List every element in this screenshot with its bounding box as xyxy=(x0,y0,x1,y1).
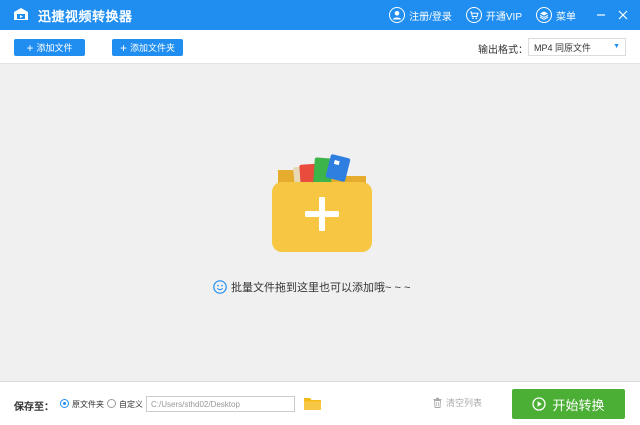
bottom-bar: 保存至： 原文件夹 自定义 清空列表 开始转换 xyxy=(0,381,640,425)
drop-hint: 批量文件拖到这里也可以添加哦~ ~ ~ xyxy=(213,279,410,295)
original-folder-radio[interactable] xyxy=(60,399,69,408)
original-folder-label[interactable]: 原文件夹 xyxy=(72,399,104,410)
output-format-label: 输出格式： xyxy=(478,45,528,56)
start-convert-label: 开始转换 xyxy=(552,397,605,413)
add-file-button[interactable]: + 添加文件 xyxy=(14,39,85,56)
add-folder-button[interactable]: + 添加文件夹 xyxy=(112,39,183,56)
add-folder-icon[interactable] xyxy=(270,152,374,254)
add-folder-label: 添加文件夹 xyxy=(130,43,176,53)
plus-icon: + xyxy=(119,40,127,55)
trash-icon xyxy=(433,397,442,408)
vip-label: 开通VIP xyxy=(485,11,522,23)
output-format-value: MP4 同原文件 xyxy=(534,42,592,53)
login-label: 注册/登录 xyxy=(409,11,452,23)
title-bar: 迅捷视频转换器 注册/登录 开通VIP 菜单 xyxy=(0,0,640,30)
close-icon xyxy=(618,10,628,20)
login-button[interactable]: 注册/登录 xyxy=(389,7,452,23)
minimize-button[interactable] xyxy=(590,0,612,30)
file-drop-area[interactable]: 批量文件拖到这里也可以添加哦~ ~ ~ xyxy=(0,64,640,381)
minimize-icon xyxy=(597,14,605,16)
add-file-label: 添加文件 xyxy=(36,43,73,53)
clear-list-label: 清空列表 xyxy=(446,398,483,408)
user-icon xyxy=(389,7,406,23)
menu-button[interactable]: 菜单 xyxy=(536,7,576,23)
output-format-select[interactable]: MP4 同原文件 ▼ xyxy=(528,38,626,56)
app-title: 迅捷视频转换器 xyxy=(38,8,133,24)
output-path-input[interactable] xyxy=(146,396,295,412)
menu-label: 菜单 xyxy=(556,11,576,23)
browse-folder-icon[interactable] xyxy=(303,395,322,412)
dropdown-arrow-icon: ▼ xyxy=(613,43,620,50)
cart-icon xyxy=(465,7,482,23)
custom-folder-label[interactable]: 自定义 xyxy=(119,399,143,410)
play-circle-icon xyxy=(532,397,547,411)
start-convert-button[interactable]: 开始转换 xyxy=(512,389,625,419)
drop-hint-text: 批量文件拖到这里也可以添加哦~ ~ ~ xyxy=(231,282,411,294)
app-logo-icon xyxy=(14,8,28,20)
close-button[interactable] xyxy=(612,0,634,30)
clear-list-button[interactable]: 清空列表 xyxy=(432,396,482,409)
vip-button[interactable]: 开通VIP xyxy=(465,7,522,23)
plus-icon: + xyxy=(26,40,34,55)
layers-icon xyxy=(536,7,552,23)
save-to-label: 保存至： xyxy=(14,402,54,413)
custom-folder-radio[interactable] xyxy=(107,399,116,408)
smile-icon xyxy=(213,280,227,294)
toolbar: + 添加文件 + 添加文件夹 输出格式： MP4 同原文件 ▼ xyxy=(0,30,640,64)
